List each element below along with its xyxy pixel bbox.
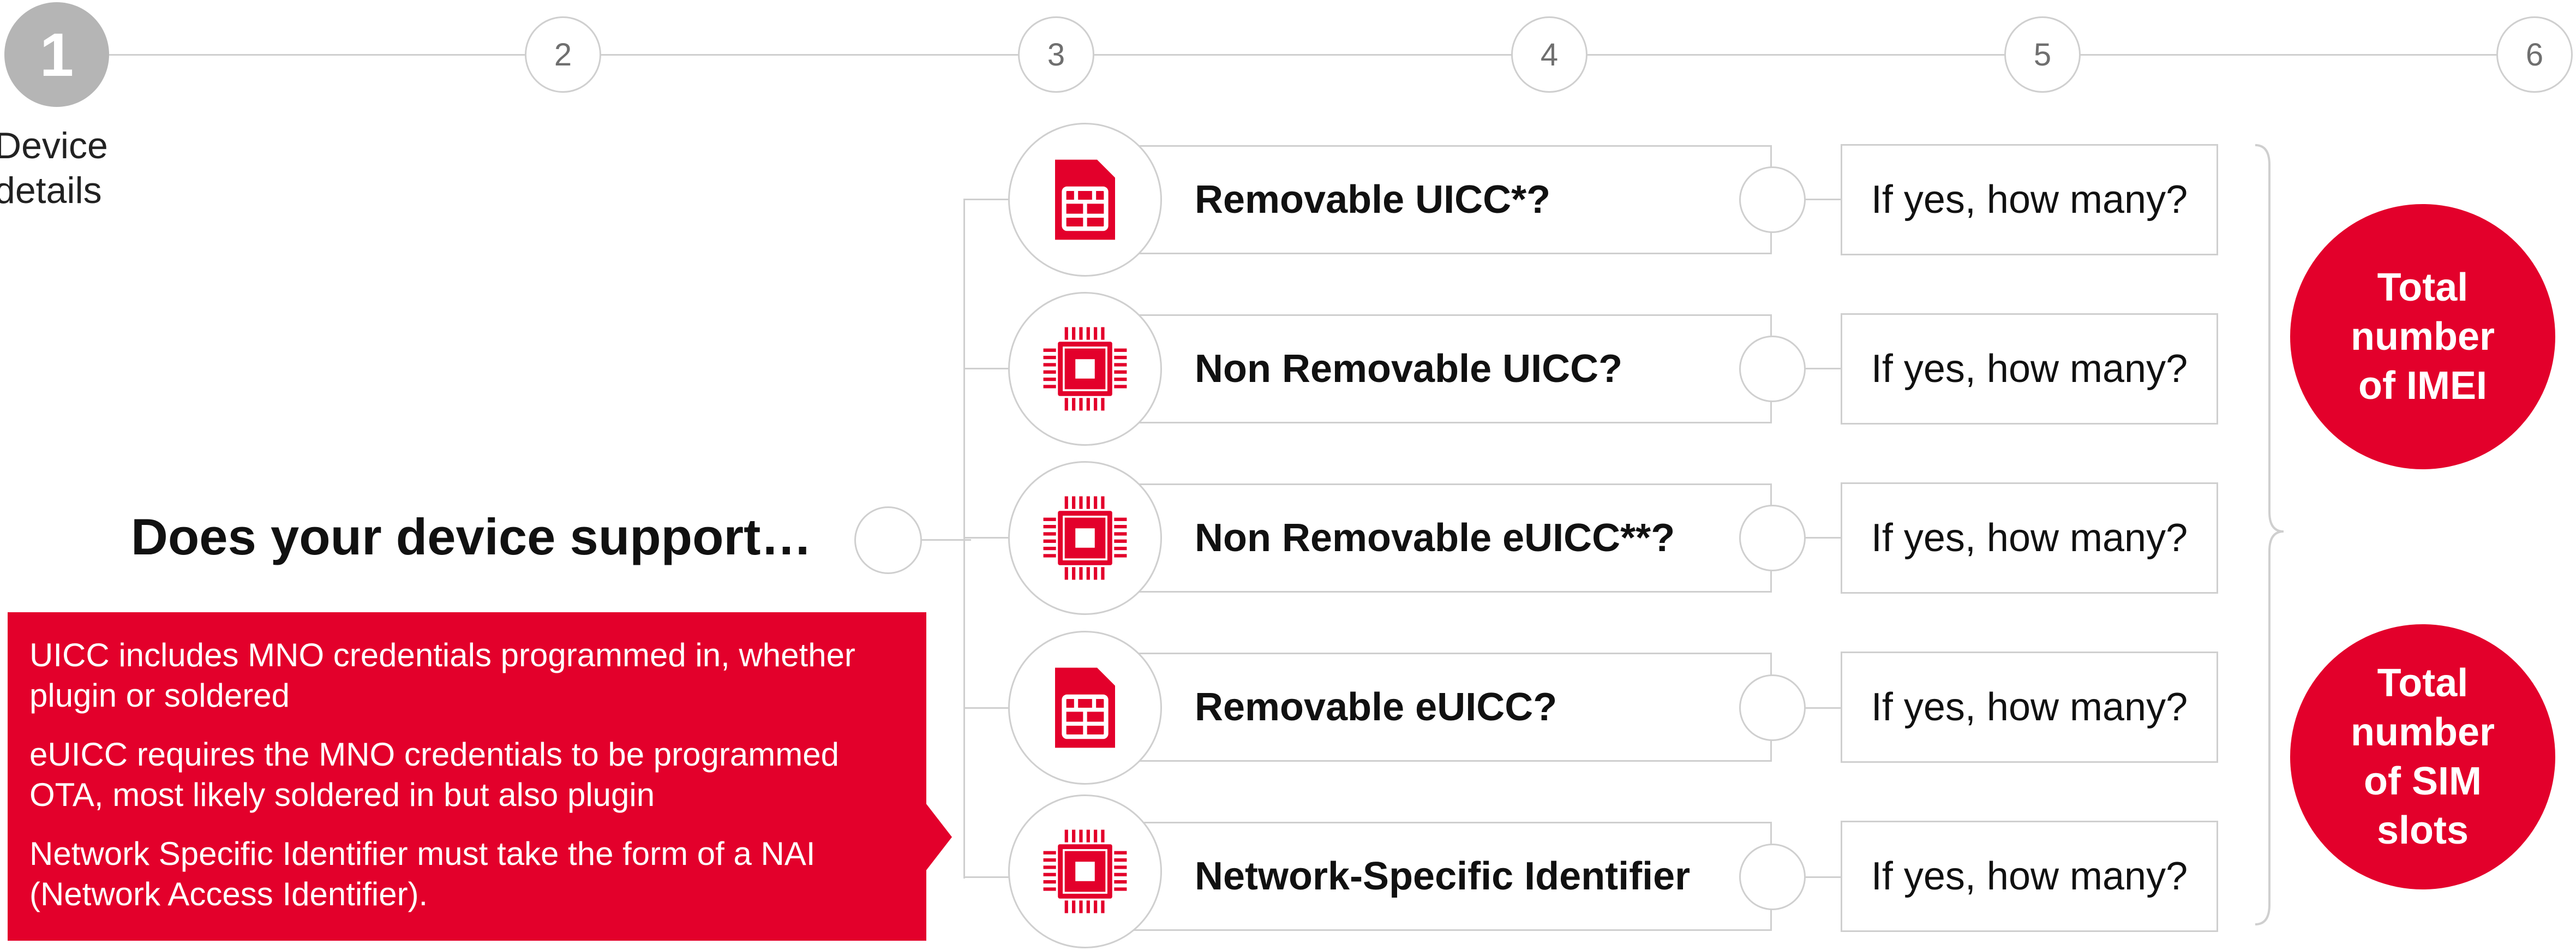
option-4-connector	[963, 707, 1013, 709]
step-1-number: 1	[39, 20, 74, 89]
option-non-removable-uicc-label: Non Removable UICC?	[1195, 347, 1623, 391]
step-1-indicator[interactable]: 1	[4, 2, 109, 107]
step-progress-line	[55, 54, 2542, 56]
answer-1-connector	[1805, 199, 1843, 200]
answer-5-connector	[1805, 876, 1843, 878]
sim-card-icon-badge	[1008, 123, 1162, 277]
step-4-number: 4	[1540, 37, 1559, 73]
answer-3-connector	[1805, 537, 1843, 539]
chip-icon	[1041, 494, 1129, 582]
note-euicc: eUICC requires the MNO credentials to be…	[29, 736, 839, 813]
note-uicc: UICC includes MNO credentials programmed…	[29, 637, 855, 714]
step-2-indicator[interactable]: 2	[525, 16, 601, 93]
option-5-answer-node	[1739, 844, 1806, 910]
step-6-indicator[interactable]: 6	[2496, 16, 2573, 93]
total-imei-badge: Total number of IMEI	[2290, 204, 2555, 469]
step-5-indicator[interactable]: 5	[2004, 16, 2081, 93]
note-pointer-arrow	[926, 803, 952, 871]
step-4-indicator[interactable]: 4	[1511, 16, 1587, 93]
option-network-specific-identifier-label: Network-Specific Identifier	[1195, 855, 1691, 898]
chip-icon	[1041, 828, 1129, 915]
question-heading: Does your device support…	[131, 508, 812, 565]
step-3-indicator[interactable]: 3	[1018, 16, 1094, 93]
sim-card-icon	[1055, 667, 1115, 748]
option-1-connector	[963, 199, 1013, 200]
answer-non-removable-uicc-field[interactable]: If yes, how many?	[1841, 313, 2218, 425]
option-4-answer-node	[1739, 674, 1806, 741]
question-node	[854, 506, 922, 574]
sim-card-icon-badge	[1008, 631, 1162, 785]
option-2-answer-node	[1739, 336, 1806, 402]
definitions-note: UICC includes MNO credentials programmed…	[8, 612, 926, 941]
step-2-number: 2	[554, 37, 572, 73]
answer-4-connector	[1805, 707, 1843, 709]
chip-icon-badge	[1008, 794, 1162, 948]
option-non-removable-euicc-label: Non Removable eUICC**?	[1195, 516, 1675, 560]
answer-removable-euicc-field[interactable]: If yes, how many?	[1841, 652, 2218, 763]
total-imei-label: Total number of IMEI	[2350, 266, 2495, 408]
options-trunk-line	[963, 200, 965, 879]
chip-icon-badge	[1008, 292, 1162, 446]
total-sim-slots-label: Total number of SIM slots	[2350, 661, 2495, 852]
grouping-brace	[2255, 144, 2284, 925]
step-5-number: 5	[2033, 37, 2052, 73]
answer-removable-uicc-field[interactable]: If yes, how many?	[1841, 144, 2218, 255]
option-5-connector	[963, 876, 1013, 878]
option-3-answer-node	[1739, 505, 1806, 571]
step-1-label: Device details	[0, 125, 108, 211]
option-1-answer-node	[1739, 166, 1806, 233]
note-nai: Network Specific Identifier must take th…	[29, 835, 816, 912]
total-sim-slots-badge: Total number of SIM slots	[2290, 624, 2555, 889]
option-3-connector	[963, 537, 1013, 539]
answer-2-connector	[1805, 368, 1843, 369]
option-removable-euicc-label: Removable eUICC?	[1195, 685, 1557, 729]
option-removable-uicc-label: Removable UICC*?	[1195, 178, 1551, 222]
chip-icon-badge	[1008, 461, 1162, 615]
answer-network-specific-identifier-field[interactable]: If yes, how many?	[1841, 821, 2218, 932]
answer-non-removable-euicc-field[interactable]: If yes, how many?	[1841, 482, 2218, 594]
option-2-connector	[963, 368, 1013, 369]
chip-icon	[1041, 325, 1129, 413]
step-3-number: 3	[1047, 37, 1065, 73]
step-6-number: 6	[2525, 37, 2544, 73]
sim-card-icon	[1055, 159, 1115, 240]
